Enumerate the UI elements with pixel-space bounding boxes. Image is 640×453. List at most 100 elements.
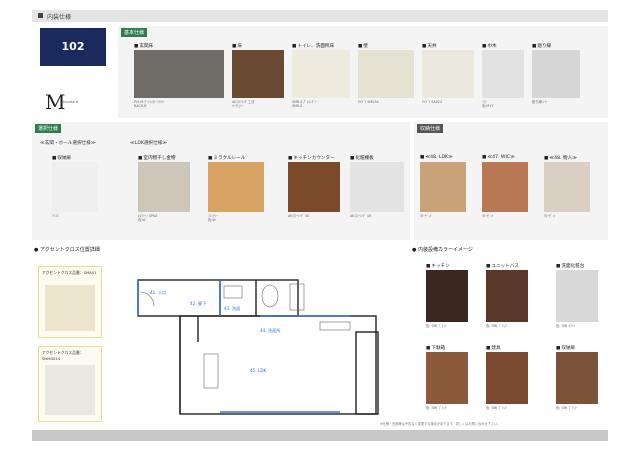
optional-spec-label: 化粧棚板 [350,155,373,161]
optional-spec-caption: 色:W [208,218,216,222]
color-image-item: キッチン色: SMJ ﾌﾞﾗｯｸ [426,264,468,328]
optional-spec-swatch [288,162,340,212]
optional-group-ldk: ≪LDK選択仕様≫ [130,141,168,146]
color-image-caption: 色: SMJ ﾌﾞﾗｯｸ [486,406,507,410]
optional-spec-label: キッチンカウンター [288,155,334,161]
optional-spec-swatch [208,162,264,212]
basic-spec-item: 天井 ｻﾝｹﾞﾂ SA024 [422,44,474,104]
optional-spec-item: 収納扉 ｱｲｴﾙ [52,156,98,218]
storage-spec-label: ≪48. LDK≫ [420,155,453,160]
storage-spec-swatch [482,162,528,212]
color-image-swatch [426,352,468,404]
room-label-3: 43. 洗面 [224,305,240,312]
color-image-item: 建具色: SMJ ﾌﾞﾗｯｸ [486,346,528,410]
room-label-1: 41. 入口 [150,290,166,295]
color-image-caption: 色: SMJ ﾎﾜｲﾄ [556,324,576,328]
room-number: 102 [40,28,106,66]
color-image-swatch [486,352,528,404]
color-image-label: 洗面化粧台 [556,263,584,269]
optional-spec-caption: ｱｲｴﾙ [52,214,59,218]
room-label-5: 45. LDK [250,368,267,373]
bullet-square-icon [38,13,43,18]
optional-spec-item: 室内物干し金物ﾎｽｸﾘｰﾝ SPKA色:W [138,156,190,222]
color-image-item: 洗面化粧台色: SMJ ﾎﾜｲﾄ [556,264,598,328]
header-bar: 内装仕様 [32,10,608,22]
optional-spec-label: ミラクルレール [208,155,245,161]
color-image-swatch [426,270,468,322]
basic-spec-caption: ｻﾝｹﾞﾂ SM03A [358,100,379,104]
storage-spec-caption: ｸﾛｰｾﾞｯﾄ [544,214,556,218]
basic-spec-swatch [358,50,414,98]
basic-spec-label: 廻り縁 [532,43,551,49]
basic-spec-label: 壁 [358,43,368,49]
optional-spec-caption: AKﾌﾛｰﾘﾝｸﾞ SK [350,214,372,218]
color-image-caption: 色: SMJ ﾌﾞﾗｯｸ [426,406,447,410]
page-title: 内装仕様 [47,14,72,21]
color-image-label: 収納扉 [556,345,575,351]
floor-plan: 41. 入口 42. 廊下 43. 洗面 44. 洗面所 45. LDK [137,279,379,415]
color-image-caption: 色: SMJ ﾌﾞﾗｯｸ [486,324,507,328]
basic-spec-caption: 色:M15 [482,104,494,108]
optional-spec-swatch [138,162,190,212]
basic-spec-caption: ｵｰｸﾁｪﾘｰ [232,104,244,108]
basic-spec-title: 基本仕様 [121,28,148,37]
basic-spec-label: 天井 [422,43,436,49]
basic-spec-item: 床AKﾌﾛｰﾘﾝｸﾞ工法ｵｰｸﾁｪﾘｰ [232,44,284,108]
optional-spec-label: 室内物干し金物 [138,155,175,161]
accent-sample-2-label: アクセントクロス品番：SHM4014 [42,350,84,361]
color-image-label: 建具 [486,345,500,351]
optional-spec-caption: AKﾌﾛｰﾘﾝｸﾞ SK [288,214,310,218]
storage-spec-swatch [544,162,590,212]
footer-bar [32,430,608,441]
color-image-item: 下駄箱色: SMJ ﾌﾞﾗｯｸ [426,346,468,410]
color-image-caption: 色: SMJ ﾌﾞﾗｯｸ [556,406,577,410]
color-image-swatch [486,270,528,322]
storage-spec-swatch [420,162,466,212]
optional-spec-swatch [52,162,98,212]
storage-spec-item: ≪47. WIC≫ ｸﾛｰｾﾞｯﾄ [482,155,528,218]
basic-spec-caption: 廻り縁ｺｰﾅｰ [532,100,549,104]
optional-spec-item: ミラクルレールﾌﾚﾝﾃｼｰ色:W [208,156,264,222]
basic-spec-swatch [422,50,474,98]
accent-sample-1: アクセントクロス品番：SMA51 [38,266,102,338]
storage-spec-caption: ｸﾛｰｾﾞｯﾄ [420,214,432,218]
floorplan-title: アクセントクロス位置詳細 [34,246,100,253]
storage-spec-caption: ｸﾛｰｾﾞｯﾄ [482,214,494,218]
accent-sample-1-label: アクセントクロス品番：SMA51 [42,270,97,275]
optional-group-entrance: ≪玄関・ホール選択仕様≫ [40,141,96,146]
basic-spec-swatch [532,50,580,98]
storage-spec-title: 収納仕様 [417,124,444,133]
basic-spec-item: 巾木ｿﾌﾄ色:M15 [482,44,524,108]
color-image-swatch [556,352,598,404]
color-image-label: キッチン [426,263,449,269]
storage-spec-item: ≪48. 物入≫ ｸﾛｰｾﾞｯﾄ [544,156,590,218]
footnote: ※仕様・色柄等は予告なく変更する場合があります。詳しくはお問い合わせ下さい。 [380,422,501,426]
basic-spec-label: 巾木 [482,43,496,49]
room-label-4: 44. 洗面所 [260,327,281,334]
optional-spec-item: 化粧棚板 AKﾌﾛｰﾘﾝｸﾞ SK [350,156,404,218]
room-label-2: 42. 廊下 [190,300,206,307]
optional-spec-swatch [350,162,404,212]
basic-spec-swatch [482,50,524,98]
basic-spec-swatch [134,50,224,98]
basic-spec-label: 玄関床 [134,43,153,49]
color-image-item: ユニットバス色: SMJ ﾌﾞﾗｯｸ [486,264,528,328]
basic-spec-caption: BACH-B [134,104,147,108]
brand-logo-sub: Standard [62,100,78,104]
basic-spec-item: 玄関床P/S-M ｸﾞﾚｲﾝｽﾄｰﾝﾀｲﾙBACH-B [134,44,224,108]
storage-spec-item: ≪48. LDK≫ ｸﾛｰｾﾞｯﾄ [420,155,466,218]
basic-spec-label: 床 [232,43,242,49]
optional-spec-caption: 色:W [138,218,146,222]
storage-spec-label: ≪48. 物入≫ [544,155,577,161]
storage-spec-label: ≪47. WIC≫ [482,155,515,160]
accent-sample-2: アクセントクロス品番：SHM4014 [38,346,102,422]
basic-spec-caption: ｻﾝｹﾞﾂ SA024 [422,100,442,104]
color-image-item: 収納扉色: SMJ ﾌﾞﾗｯｸ [556,346,598,410]
color-image-label: ユニットバス [486,263,519,269]
color-image-label: 下駄箱 [426,345,445,351]
optional-spec-label: 収納扉 [52,155,71,161]
basic-spec-item: トイレ、洗面所床SMR-S ｸﾞﾚｲﾝｸﾞｲSMR-S [292,44,350,108]
basic-spec-caption: SMR-S [292,104,303,108]
basic-spec-swatch [232,50,284,98]
color-image-swatch [556,270,598,322]
